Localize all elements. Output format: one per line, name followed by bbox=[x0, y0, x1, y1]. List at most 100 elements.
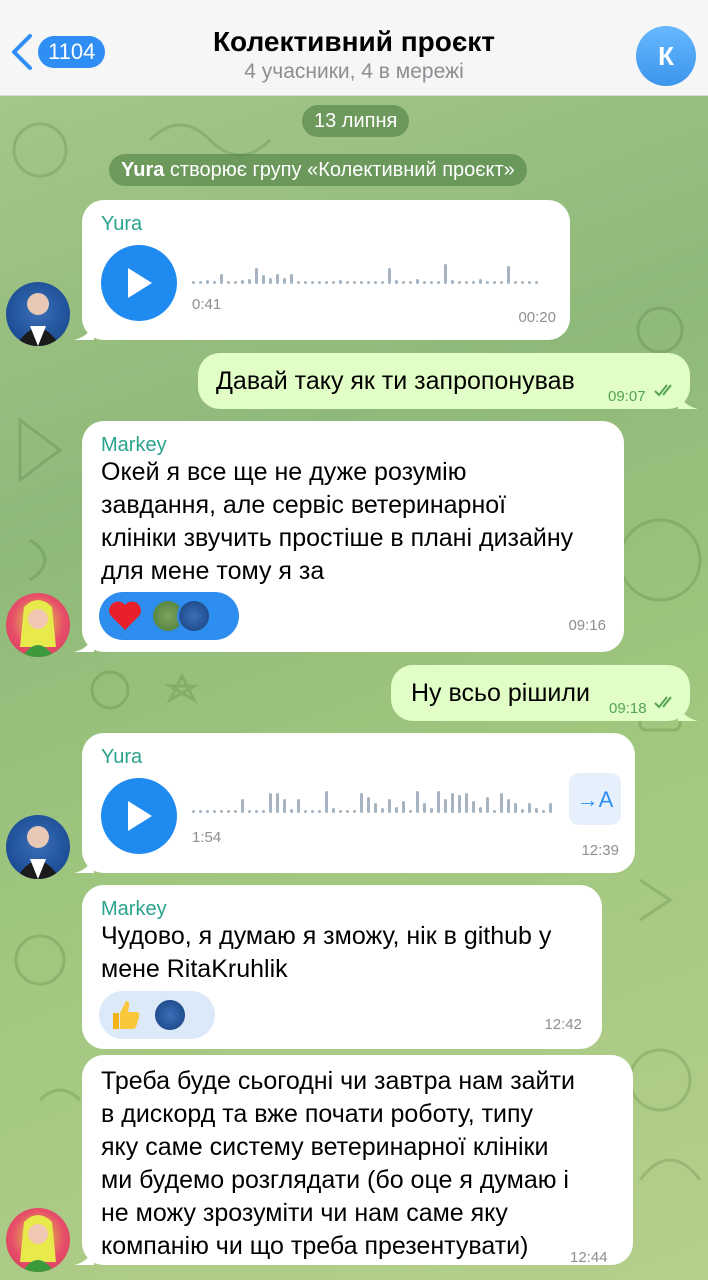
avatar-yura[interactable] bbox=[6, 282, 70, 346]
message-time: 12:42 bbox=[544, 1016, 582, 1033]
group-avatar[interactable]: К bbox=[636, 26, 696, 86]
waveform-bar bbox=[325, 281, 328, 284]
waveform-bar bbox=[318, 810, 321, 813]
heart-icon bbox=[109, 601, 141, 630]
waveform-bar bbox=[549, 803, 552, 813]
waveform-bar bbox=[360, 793, 363, 813]
message-time: 12:44 bbox=[570, 1249, 608, 1266]
play-button[interactable] bbox=[101, 245, 177, 321]
waveform-bar bbox=[409, 281, 412, 284]
reaction-heart[interactable] bbox=[99, 592, 239, 640]
waveform-bar bbox=[402, 281, 405, 284]
waveform-bar bbox=[290, 274, 293, 284]
waveform-bar bbox=[262, 810, 265, 813]
waveform-bar bbox=[220, 274, 223, 284]
waveform-bar bbox=[248, 810, 251, 813]
waveform-bar bbox=[514, 281, 517, 284]
message-time: 09:16 bbox=[568, 617, 606, 634]
waveform-bar bbox=[374, 803, 377, 813]
message-text-markey-1[interactable]: Markey Окей я все ще не дуже розумію зав… bbox=[74, 421, 624, 652]
waveform-bar bbox=[367, 797, 370, 813]
waveform-bar bbox=[262, 275, 265, 284]
waveform-bar bbox=[472, 801, 475, 813]
waveform-bar bbox=[451, 793, 454, 813]
reaction-thumbs-up[interactable] bbox=[99, 991, 215, 1039]
waveform-bar bbox=[493, 810, 496, 813]
waveform-bar bbox=[507, 266, 510, 284]
waveform-bar bbox=[493, 281, 496, 284]
message-outgoing-1[interactable]: Давай таку як ти запропонував 09:07 bbox=[198, 353, 698, 409]
voice-duration: 1:54 bbox=[192, 829, 222, 846]
waveform-bar bbox=[332, 281, 335, 284]
waveform-bar bbox=[423, 803, 426, 813]
message-time: 09:07 bbox=[608, 388, 646, 405]
chat-subtitle: 4 учасники, 4 в мережі bbox=[244, 60, 464, 83]
message-voice-yura-1[interactable]: Yura 0:41 00:20 bbox=[74, 200, 570, 340]
voice-waveform[interactable] bbox=[192, 256, 542, 286]
waveform-bar bbox=[304, 281, 307, 284]
waveform-bar bbox=[416, 279, 419, 284]
avatar-markey[interactable] bbox=[6, 1208, 70, 1272]
waveform-bar bbox=[521, 809, 524, 813]
waveform-bar bbox=[486, 281, 489, 284]
waveform-bar bbox=[199, 810, 202, 813]
waveform-bar bbox=[430, 281, 433, 284]
waveform-bar bbox=[416, 791, 419, 813]
sender-name: Yura bbox=[101, 746, 143, 768]
chat-title[interactable]: Колективний проєкт bbox=[0, 26, 708, 58]
reactor-avatar bbox=[177, 599, 211, 633]
waveform-bar bbox=[388, 268, 391, 284]
waveform-bar bbox=[192, 281, 195, 284]
waveform-bar bbox=[381, 281, 384, 284]
waveform-bar bbox=[290, 809, 293, 813]
waveform-bar bbox=[458, 795, 461, 813]
waveform-bar bbox=[297, 799, 300, 813]
waveform-bar bbox=[220, 810, 223, 813]
message-time: 09:18 bbox=[609, 700, 647, 717]
waveform-bar bbox=[325, 791, 328, 813]
waveform-bar bbox=[514, 803, 517, 813]
waveform-bar bbox=[339, 280, 342, 284]
waveform-bar bbox=[430, 808, 433, 813]
waveform-bar bbox=[234, 281, 237, 284]
waveform-bar bbox=[227, 281, 230, 284]
waveform-bar bbox=[283, 278, 286, 284]
play-button[interactable] bbox=[101, 778, 177, 854]
waveform-bar bbox=[206, 810, 209, 813]
voice-duration: 0:41 bbox=[192, 296, 222, 313]
waveform-bar bbox=[311, 810, 314, 813]
avatar-markey[interactable] bbox=[6, 593, 70, 657]
waveform-bar bbox=[276, 274, 279, 284]
waveform-bar bbox=[353, 281, 356, 284]
waveform-bar bbox=[360, 281, 363, 284]
waveform-bar bbox=[346, 810, 349, 813]
waveform-bar bbox=[423, 281, 426, 284]
waveform-bar bbox=[395, 280, 398, 284]
read-checkmarks-icon bbox=[654, 696, 672, 709]
message-text: Чудово, я думаю я зможу, нік в github у … bbox=[101, 922, 552, 983]
waveform-bar bbox=[241, 799, 244, 813]
waveform-bar bbox=[304, 810, 307, 813]
message-outgoing-2[interactable]: Ну всьо рішили 09:18 bbox=[391, 665, 698, 721]
waveform-bar bbox=[318, 281, 321, 284]
transcribe-button[interactable]: →A bbox=[569, 773, 621, 825]
message-text-markey-3[interactable]: Треба буде сьогодні чи завтра нам зайти … bbox=[74, 1055, 633, 1266]
play-icon bbox=[128, 268, 152, 298]
waveform-bar bbox=[409, 810, 412, 813]
waveform-bar bbox=[437, 281, 440, 284]
waveform-bar bbox=[479, 807, 482, 813]
waveform-bar bbox=[206, 280, 209, 284]
waveform-bar bbox=[479, 279, 482, 284]
waveform-bar bbox=[444, 264, 447, 284]
waveform-bar bbox=[283, 799, 286, 813]
voice-waveform[interactable] bbox=[192, 785, 552, 815]
service-actor: Yura bbox=[121, 159, 165, 181]
waveform-bar bbox=[255, 268, 258, 284]
waveform-bar bbox=[535, 281, 538, 284]
message-text: Ну всьо рішили bbox=[411, 679, 590, 707]
waveform-bar bbox=[535, 808, 538, 813]
message-text-markey-2[interactable]: Markey Чудово, я думаю я зможу, нік в gi… bbox=[82, 885, 602, 1049]
message-voice-yura-2[interactable]: Yura 1:54 →A 12:39 bbox=[74, 733, 635, 873]
waveform-bar bbox=[297, 281, 300, 284]
avatar-yura[interactable] bbox=[6, 815, 70, 879]
